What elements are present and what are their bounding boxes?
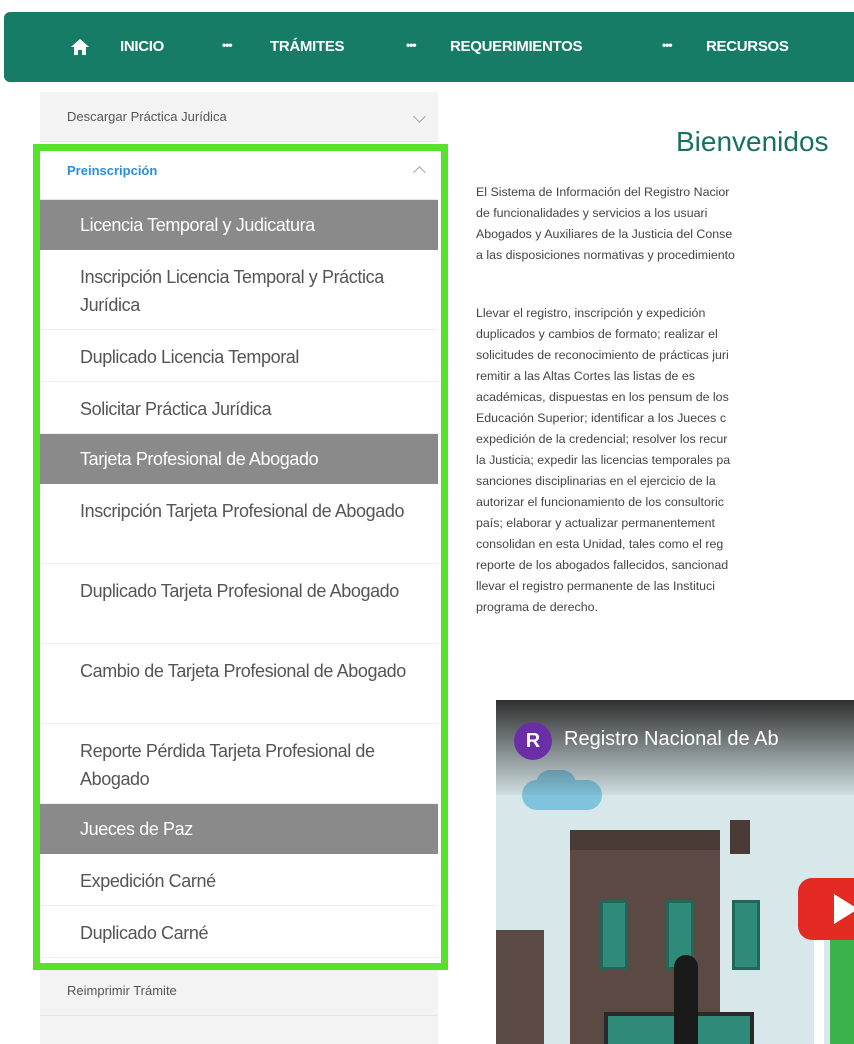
paragraph-line: llevar el registro permanente de las Ins… [476,579,715,593]
tree-illustration [830,940,854,1044]
group-header-jueces: Jueces de Paz [40,804,438,854]
paragraph-line: solicitudes de reconocimiento de práctic… [476,348,729,362]
intro-paragraph: El Sistema de Información del Registro N… [476,182,854,266]
paragraph-line: Abogados y Auxiliares de la Justicia del… [476,227,733,241]
nav-tramites-menu-icon[interactable]: ••• [222,38,233,52]
paragraph-line: a las disposiciones normativas y procedi… [476,248,735,262]
nav-requerimientos-menu-icon[interactable]: ••• [406,38,417,52]
top-navigation-bar: INICIO ••• TRÁMITES ••• REQUERIMIENTOS •… [4,12,854,82]
main-content: Bienvenidos El Sistema de Información de… [476,92,854,1044]
paragraph-line: país; elaborar y actualizar permanenteme… [476,516,715,530]
nav-tramites[interactable]: TRÁMITES [270,38,345,55]
accordion-reimprimir[interactable]: Reimprimir Trámite [40,966,438,1016]
chevron-down-icon [413,110,426,123]
video-title[interactable]: Registro Nacional de Ab [564,728,779,751]
menu-item-duplicado-licencia[interactable]: Duplicado Licencia Temporal [40,330,438,382]
person-silhouette [674,955,698,1044]
nav-inicio[interactable]: INICIO [120,38,164,55]
pole-illustration [814,940,824,1044]
paragraph-line: duplicados y cambios de formato; realiza… [476,327,718,341]
functions-paragraph: Llevar el registro, inscripción y expedi… [476,303,854,618]
window-icon [732,900,760,970]
building-illustration [496,930,544,1044]
paragraph-line: Educación Superior; identificar a los Ju… [476,411,727,425]
menu-item-inscripcion-licencia[interactable]: Inscripción Licencia Temporal y Práctica… [40,250,438,330]
paragraph-line: de funcionalidades y servicios a los usu… [476,206,708,220]
paragraph-line: sanciones disciplinarias en el ejercicio… [476,474,716,488]
menu-item-cambio-tarjeta[interactable]: Cambio de Tarjeta Profesional de Abogado [40,644,438,724]
building-chimney [730,820,750,854]
chevron-up-icon [413,166,426,179]
accordion-preinscripcion[interactable]: Preinscripción [40,142,438,200]
paragraph-line: Llevar el registro, inscripción y expedi… [476,306,706,320]
page-title: Bienvenidos [676,126,829,157]
nav-requerimientos[interactable]: REQUERIMIENTOS [450,38,583,55]
menu-item-duplicado-tarjeta[interactable]: Duplicado Tarjeta Profesional de Abogado [40,564,438,644]
menu-item-reporte-perdida[interactable]: Reporte Pérdida Tarjeta Profesional de A… [40,724,438,804]
group-header-licencia: Licencia Temporal y Judicatura [40,200,438,250]
accordion-label: Descargar Práctica Jurídica [67,109,227,124]
embedded-video[interactable]: R Registro Nacional de Ab [496,700,854,1044]
paragraph-line: reporte de los abogados fallecidos, sanc… [476,558,729,572]
paragraph-line: remitir a las Altas Cortes las listas de… [476,369,695,383]
paragraph-line: programa de derecho. [476,600,598,614]
channel-avatar[interactable]: R [514,722,552,760]
paragraph-line: consolidan en esta Unidad, tales como el… [476,537,724,551]
paragraph-line: la Justicia; expedir las licencias tempo… [476,453,731,467]
accordion-label: Reimprimir Trámite [67,983,177,998]
menu-item-duplicado-carne[interactable]: Duplicado Carné [40,906,438,958]
paragraph-line: autorizar el funcionamiento de los consu… [476,495,724,509]
play-icon [834,894,854,924]
accordion-label: Preinscripción [67,163,158,178]
accordion-descargar-practica[interactable]: Descargar Práctica Jurídica [40,92,438,142]
window-icon [600,900,628,970]
nav-recursos-menu-icon[interactable]: ••• [662,38,673,52]
sidebar-menu: Descargar Práctica Jurídica Preinscripci… [40,92,438,1044]
menu-item-inscripcion-tarjeta[interactable]: Inscripción Tarjeta Profesional de Aboga… [40,484,438,564]
home-icon[interactable] [70,37,90,57]
paragraph-line: académicas, dispuestas en los pensum de … [476,390,729,404]
paragraph-line: expedición de la credencial; resolver lo… [476,432,728,446]
nav-recursos[interactable]: RECURSOS [706,38,789,55]
group-header-tarjeta: Tarjeta Profesional de Abogado [40,434,438,484]
menu-item-expedicion-carne[interactable]: Expedición Carné [40,854,438,906]
menu-item-solicitar-practica[interactable]: Solicitar Práctica Jurídica [40,382,438,434]
paragraph-line: El Sistema de Información del Registro N… [476,185,730,199]
accordion-next[interactable] [40,1016,438,1044]
